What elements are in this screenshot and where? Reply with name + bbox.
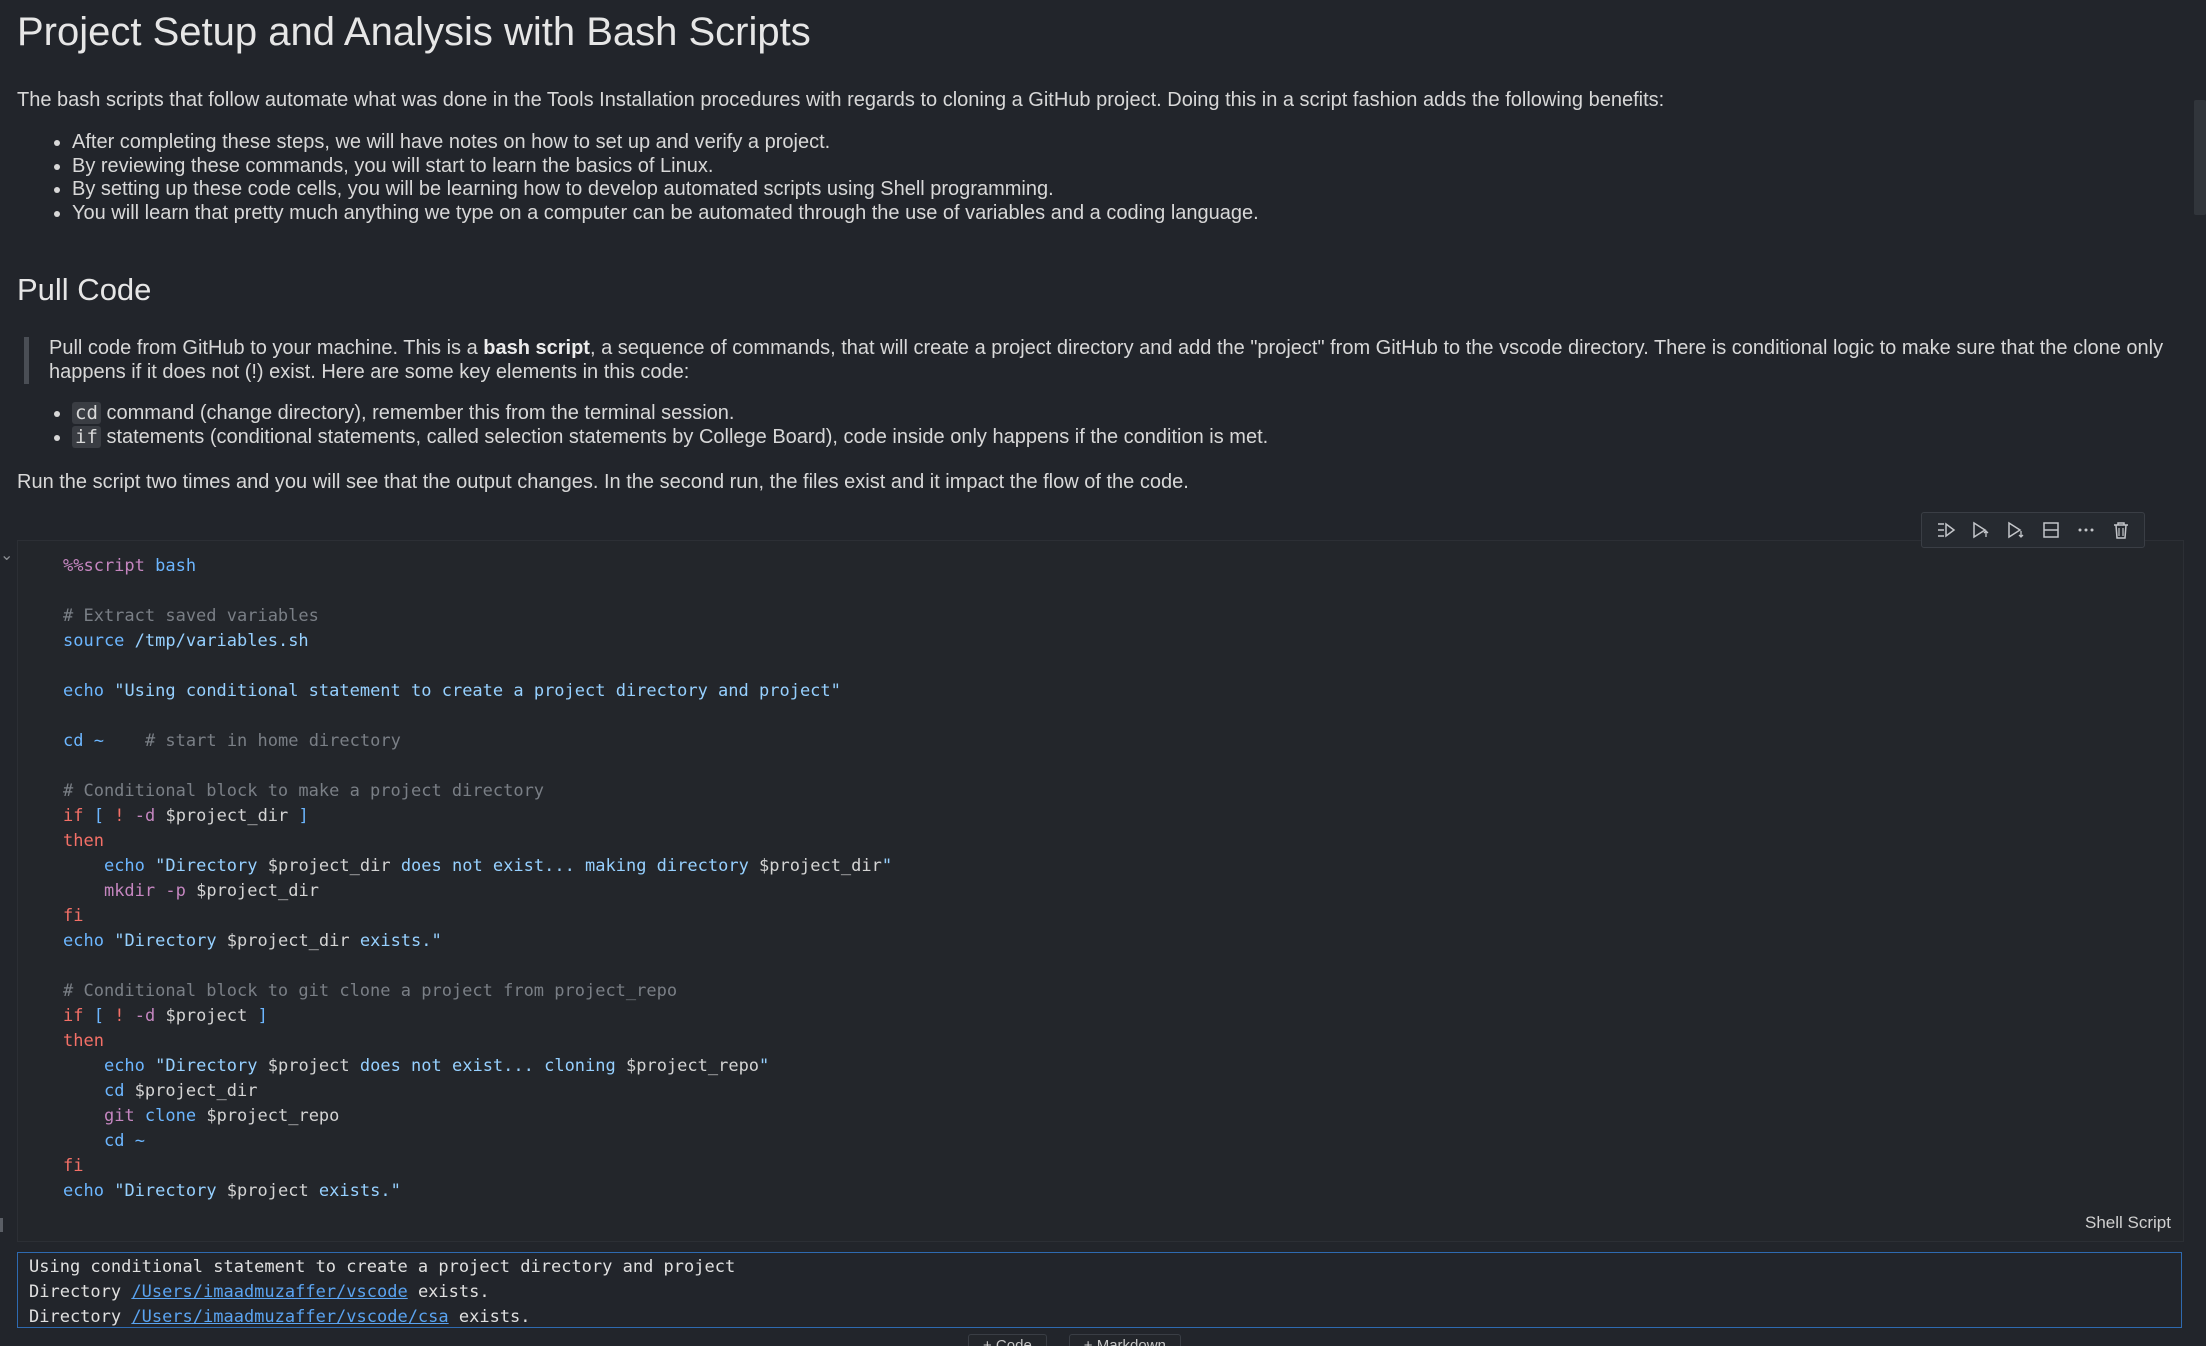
scrollbar-thumb[interactable] [2194, 100, 2206, 215]
output-line-suffix: exists. [407, 1282, 490, 1302]
list-item-text: statements (conditional statements, call… [100, 425, 1269, 448]
list-item: if statements (conditional statements, c… [72, 425, 1269, 450]
benefits-list: After completing these steps, we will ha… [17, 131, 1259, 225]
quote-text-before: Pull code from GitHub to your machine. T… [49, 337, 484, 359]
list-item: After completing these steps, we will ha… [72, 131, 1259, 155]
output-line: Using conditional statement to create a … [29, 1257, 736, 1277]
key-elements-list: cd command (change directory), remember … [17, 402, 1268, 449]
output-path-link[interactable]: /Users/imaadmuzaffer/vscode/csa [131, 1307, 448, 1327]
notebook-page: Project Setup and Analysis with Bash Scr… [0, 0, 2206, 1346]
quote-bold: bash script [483, 337, 590, 359]
collapse-chevron-icon[interactable]: ⌄ [0, 545, 13, 565]
intro-paragraph: The bash scripts that follow automate wh… [17, 89, 1665, 111]
cell-output: Using conditional statement to create a … [17, 1252, 2182, 1328]
delete-icon[interactable] [2107, 516, 2135, 544]
add-code-cell-button[interactable]: + Code [968, 1334, 1047, 1346]
output-line-prefix: Directory [29, 1282, 132, 1302]
list-item: cd command (change directory), remember … [72, 402, 1268, 426]
section-heading: Pull Code [17, 272, 152, 307]
inline-code: if [72, 425, 101, 448]
run-by-line-icon[interactable] [1932, 516, 1960, 544]
add-cell-buttons: + Code + Markdown [968, 1334, 1181, 1346]
list-item: By reviewing these commands, you will st… [72, 155, 1259, 179]
run-below-icon[interactable] [2002, 516, 2030, 544]
output-line-prefix: Directory [29, 1307, 132, 1327]
output-text: Using conditional statement to create a … [29, 1255, 735, 1330]
cell-toolbar [1921, 512, 2145, 548]
more-icon[interactable] [2072, 516, 2100, 544]
run-note: Run the script two times and you will se… [17, 471, 1189, 493]
inline-code: cd [72, 402, 101, 424]
list-item-text: command (change directory), remember thi… [100, 402, 735, 424]
output-path-link[interactable]: /Users/imaadmuzaffer/vscode [131, 1282, 407, 1302]
code-editor[interactable]: %%script bash # Extract saved variables … [63, 554, 892, 1204]
list-item: By setting up these code cells, you will… [72, 178, 1259, 202]
blockquote: Pull code from GitHub to your machine. T… [24, 337, 2189, 384]
page-title: Project Setup and Analysis with Bash Scr… [17, 10, 811, 54]
output-line-suffix: exists. [448, 1307, 531, 1327]
cell-status-marker [0, 1218, 3, 1232]
split-cell-icon[interactable] [2037, 516, 2065, 544]
list-item: You will learn that pretty much anything… [72, 202, 1259, 226]
add-markdown-cell-button[interactable]: + Markdown [1068, 1334, 1181, 1346]
cell-language-label[interactable]: Shell Script [2085, 1213, 2171, 1233]
run-above-icon[interactable] [1967, 516, 1995, 544]
